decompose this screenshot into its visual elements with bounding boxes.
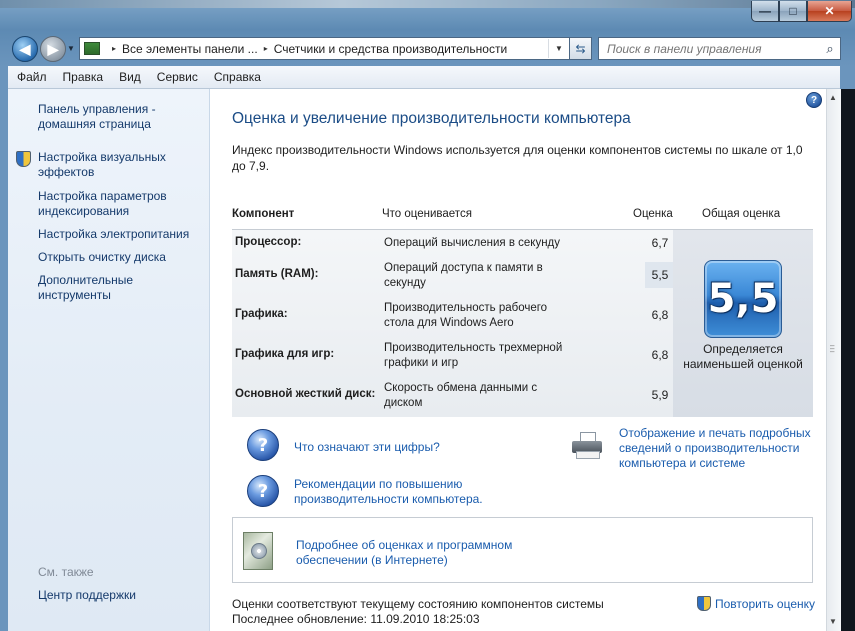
component-name: Графика: [235, 308, 288, 320]
desktop-background [841, 89, 855, 631]
table-row: Память (RAM): Операций доступа к памяти … [232, 260, 675, 300]
rerun-assessment-link[interactable]: Повторить оценку [697, 596, 815, 611]
question-icon: ? [247, 429, 279, 461]
vertical-scrollbar[interactable]: ▲ ‒ ‒ ‒ ▼ [826, 89, 841, 631]
main-content: ? Оценка и увеличение производительности… [210, 89, 826, 631]
performance-tips-link[interactable]: Рекомендации по повышению производительн… [294, 477, 514, 507]
last-update-text: Последнее обновление: 11.09.2010 18:25:0… [232, 612, 480, 626]
task-pane: Панель управления - домашняя страница На… [8, 89, 210, 631]
print-details-link[interactable]: Отображение и печать подробных сведений … [619, 426, 819, 471]
header-score: Оценка [633, 208, 673, 220]
page-title: Оценка и увеличение производительности к… [232, 110, 631, 127]
forward-button[interactable]: ▶ [40, 36, 66, 62]
uac-shield-icon [697, 596, 711, 611]
menu-bar: Файл Правка Вид Сервис Справка [8, 66, 840, 89]
back-button[interactable]: ◀ [12, 36, 38, 62]
menu-help[interactable]: Справка [205, 70, 268, 84]
status-text: Оценки соответствуют текущему состоянию … [232, 597, 604, 611]
component-score: 6,7 [651, 236, 669, 250]
window-controls: — □ ✕ [751, 1, 852, 22]
breadcrumb-separator-icon[interactable]: ▸ [264, 44, 268, 53]
recent-pages-dropdown[interactable]: ▼ [67, 44, 75, 53]
component-description: Операций доступа к памяти в секунду [384, 262, 543, 289]
search-input[interactable] [599, 39, 820, 58]
base-score-caption: Определяется наименьшей оценкой [683, 342, 803, 371]
rerun-assessment-label[interactable]: Повторить оценку [715, 597, 815, 611]
table-header: Компонент Что оценивается Оценка Общая о… [232, 199, 813, 230]
scroll-down-icon[interactable]: ▼ [829, 617, 837, 626]
software-cd-icon [243, 532, 273, 570]
component-name: Графика для игр: [235, 348, 335, 360]
disk-cleanup-link[interactable]: Открыть очистку диска [38, 250, 203, 265]
header-component: Компонент [232, 208, 295, 220]
scroll-up-icon[interactable]: ▲ [829, 93, 837, 102]
table-row: Графика: Производительность рабочего сто… [232, 300, 673, 340]
online-info-link[interactable]: Подробнее об оценках и программном обесп… [296, 538, 536, 568]
header-overall: Общая оценка [702, 208, 781, 220]
component-name: Процессор: [235, 236, 302, 248]
visual-effects-link[interactable]: Настройка визуальных эффектов [38, 150, 203, 180]
base-score-badge: 5,5 [704, 260, 782, 338]
control-panel-home-link[interactable]: Панель управления - домашняя страница [38, 102, 203, 132]
what-numbers-mean-link[interactable]: Что означают эти цифры? [294, 440, 440, 455]
table-row: Основной жесткий диск: Скорость обмена д… [232, 380, 673, 420]
power-options-link[interactable]: Настройка электропитания [38, 227, 203, 242]
refresh-button[interactable]: ⇆ [569, 37, 592, 60]
component-description: Производительность трехмерной графики и … [384, 342, 563, 369]
component-description: Производительность рабочего стола для Wi… [384, 302, 548, 329]
component-name: Основной жесткий диск: [235, 388, 376, 400]
question-icon: ? [247, 475, 279, 507]
search-icon[interactable]: ⌕ [820, 41, 840, 57]
component-description: Операций вычисления в секунду [384, 237, 561, 249]
breadcrumb-performance[interactable]: Счетчики и средства производительности [274, 42, 507, 56]
online-info-box: Подробнее об оценках и программном обесп… [232, 517, 813, 583]
uac-shield-icon [16, 151, 31, 167]
component-score: 5,9 [651, 388, 669, 402]
breadcrumb-separator-icon[interactable]: ▸ [112, 44, 116, 53]
menu-file[interactable]: Файл [8, 70, 54, 84]
table-body: Процессор: Операций вычисления в секунду… [232, 230, 813, 417]
address-bar[interactable]: ▸ Все элементы панели ... ▸ Счетчики и с… [79, 37, 570, 60]
search-box[interactable]: ⌕ [598, 37, 841, 60]
header-what: Что оценивается [382, 208, 472, 220]
component-description: Скорость обмена данными с диском [384, 382, 538, 409]
advanced-tools-link[interactable]: Дополнительные инструменты [38, 273, 203, 303]
breadcrumb-all-items[interactable]: Все элементы панели ... [122, 42, 258, 56]
table-row: Графика для игр: Производительность трех… [232, 340, 673, 380]
window-frame [0, 0, 855, 8]
menu-tools[interactable]: Сервис [148, 70, 205, 84]
see-also-heading: См. также [38, 565, 94, 579]
action-center-link[interactable]: Центр поддержки [38, 588, 203, 603]
indexing-options-link[interactable]: Настройка параметров индексирования [38, 189, 203, 219]
maximize-button[interactable]: □ [779, 1, 807, 22]
scroll-grip-icon[interactable]: ‒ ‒ ‒ [830, 342, 838, 356]
control-panel-window: — □ ✕ ◀ ▶ ▼ ▸ Все элементы панели ... ▸ … [0, 0, 855, 631]
minimize-button[interactable]: — [751, 1, 779, 22]
component-name: Память (RAM): [235, 268, 319, 280]
help-icon[interactable]: ? [806, 92, 822, 108]
control-panel-icon [84, 42, 100, 55]
intro-text: Индекс производительности Windows исполь… [232, 143, 803, 173]
component-score: 6,8 [651, 348, 669, 362]
address-dropdown-icon[interactable]: ▼ [548, 39, 569, 58]
printer-icon [572, 432, 602, 459]
close-button[interactable]: ✕ [807, 1, 852, 22]
menu-edit[interactable]: Правка [54, 70, 111, 84]
menu-view[interactable]: Вид [110, 70, 148, 84]
component-score: 6,8 [651, 308, 669, 322]
overall-score-panel: 5,5 Определяется наименьшей оценкой [673, 230, 813, 417]
component-score-lowest: 5,5 [645, 262, 675, 288]
